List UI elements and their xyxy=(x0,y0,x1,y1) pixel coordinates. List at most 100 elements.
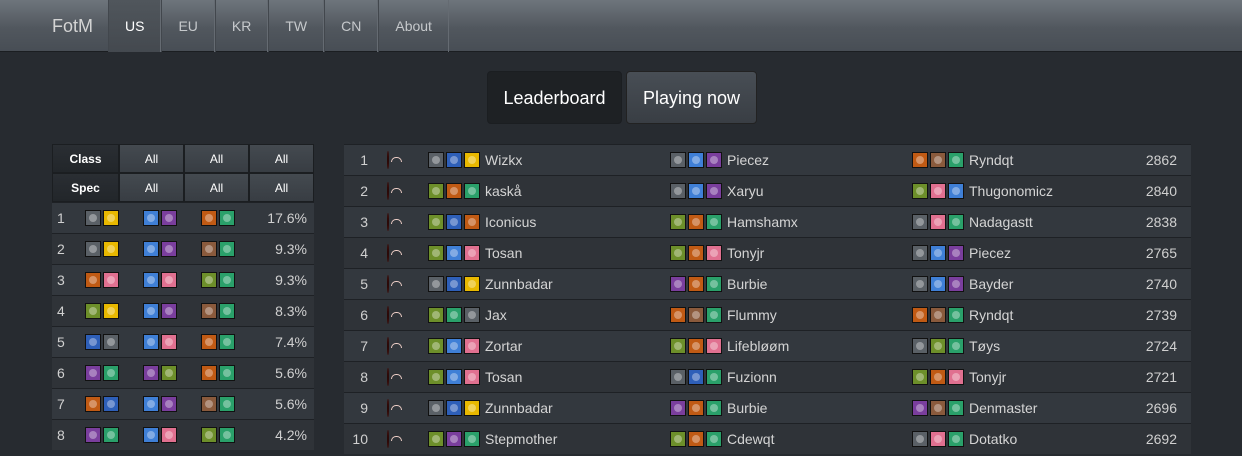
druid-spec-icon xyxy=(201,210,217,226)
player-name[interactable]: Zortar xyxy=(485,338,522,354)
nav-about[interactable]: About xyxy=(378,0,449,52)
player-entry[interactable]: Cdewqt xyxy=(670,431,774,447)
player-entry[interactable]: Tosan xyxy=(428,245,522,261)
comp-row[interactable]: 5 7.4% xyxy=(52,326,314,357)
leaderboard-row: 7 Zortar Lifebløøm Tøys 2724 xyxy=(344,330,1191,361)
player-name[interactable]: Wizkx xyxy=(485,152,522,168)
player-entry[interactable]: Zortar xyxy=(428,338,522,354)
hunter-spec-icon xyxy=(670,245,686,261)
hunter-spec-icon xyxy=(428,245,444,261)
player-name[interactable]: Ryndqt xyxy=(969,152,1013,168)
player-name[interactable]: kaskå xyxy=(485,183,522,199)
comp-row[interactable]: 7 5.6% xyxy=(52,388,314,419)
faction-horde-icon xyxy=(387,368,389,386)
player-entry[interactable]: Piecez xyxy=(912,245,1011,261)
nav-kr[interactable]: KR xyxy=(214,0,269,52)
player-name[interactable]: Jax xyxy=(485,307,507,323)
player-name[interactable]: Ryndqt xyxy=(969,307,1013,323)
player-name[interactable]: Flummy xyxy=(727,307,777,323)
comp-row[interactable]: 2 9.3% xyxy=(52,233,314,264)
comp-slot-2 xyxy=(143,427,201,443)
comp-percentage: 9.3% xyxy=(275,272,307,288)
playing-now-toggle-button[interactable]: Playing now xyxy=(626,71,757,124)
player-entry[interactable]: Xaryu xyxy=(670,183,764,199)
comp-row[interactable]: 4 8.3% xyxy=(52,295,314,326)
druid-spec-icon xyxy=(85,272,101,288)
player-name[interactable]: Zunnbadar xyxy=(485,276,553,292)
player-entry[interactable]: Tosan xyxy=(428,369,522,385)
player-entry[interactable]: Burbie xyxy=(670,400,767,416)
nav-tw[interactable]: TW xyxy=(268,0,325,52)
comp-row[interactable]: 8 4.2% xyxy=(52,419,314,450)
team-rating: 2862 xyxy=(1145,152,1177,168)
player-name[interactable]: Fuzionn xyxy=(727,369,777,385)
player-entry[interactable]: Jax xyxy=(428,307,507,323)
brand-logo[interactable]: FotM xyxy=(52,0,93,52)
player-name[interactable]: Hamshamx xyxy=(727,214,798,230)
player-entry[interactable]: Flummy xyxy=(670,307,777,323)
player-name[interactable]: Thugonomicz xyxy=(969,183,1053,199)
player-name[interactable]: Tøys xyxy=(969,338,1000,354)
leaderboard-toggle-button[interactable]: Leaderboard xyxy=(487,71,622,124)
player-name[interactable]: Xaryu xyxy=(727,183,764,199)
player-name[interactable]: Nadagastt xyxy=(969,214,1033,230)
player-entry[interactable]: Zunnbadar xyxy=(428,400,553,416)
player-entry[interactable]: Tonyjr xyxy=(912,369,1006,385)
player-name[interactable]: Dotatko xyxy=(969,431,1017,447)
player-name[interactable]: Lifebløøm xyxy=(727,338,789,354)
class-filter-1[interactable]: All xyxy=(119,144,184,173)
player-entry[interactable]: Tonyjr xyxy=(670,245,764,261)
comp-slot-3 xyxy=(201,365,259,381)
player-name[interactable]: Bayder xyxy=(969,276,1013,292)
player-name[interactable]: Zunnbadar xyxy=(485,400,553,416)
player-entry[interactable]: Ryndqt xyxy=(912,152,1013,168)
class-filter-3[interactable]: All xyxy=(249,144,314,173)
player-entry[interactable]: Wizkx xyxy=(428,152,522,168)
player-entry[interactable]: Ryndqt xyxy=(912,307,1013,323)
spec-filter-3[interactable]: All xyxy=(249,173,314,202)
player-entry[interactable]: Tøys xyxy=(912,338,1000,354)
player-name[interactable]: Piecez xyxy=(969,245,1011,261)
player-entry[interactable]: Nadagastt xyxy=(912,214,1033,230)
nav-eu[interactable]: EU xyxy=(161,0,215,52)
spec-filter-2[interactable]: All xyxy=(184,173,249,202)
player-entry[interactable]: Denmaster xyxy=(912,400,1037,416)
player-entry[interactable]: Fuzionn xyxy=(670,369,777,385)
player-entry[interactable]: Iconicus xyxy=(428,214,536,230)
player-name[interactable]: Burbie xyxy=(727,400,767,416)
player-name[interactable]: Burbie xyxy=(727,276,767,292)
player-name[interactable]: Cdewqt xyxy=(727,431,774,447)
player-name[interactable]: Iconicus xyxy=(485,214,536,230)
class-filter-2[interactable]: All xyxy=(184,144,249,173)
dk-spec-icon xyxy=(670,369,686,385)
player-name[interactable]: Denmaster xyxy=(969,400,1037,416)
player-entry[interactable]: kaskå xyxy=(428,183,522,199)
comp-percentage: 4.2% xyxy=(275,427,307,443)
comp-row[interactable]: 3 9.3% xyxy=(52,264,314,295)
nav-cn[interactable]: CN xyxy=(324,0,379,52)
player-name[interactable]: Tonyjr xyxy=(727,245,764,261)
player-entry[interactable]: Piecez xyxy=(670,152,769,168)
comp-row[interactable]: 6 5.6% xyxy=(52,357,314,388)
leaderboard-rank: 2 xyxy=(360,183,368,199)
player-spec-icons xyxy=(428,276,480,292)
player-entry[interactable]: Lifebløøm xyxy=(670,338,789,354)
nav-us[interactable]: US xyxy=(108,0,162,52)
player-spec-icons xyxy=(428,369,480,385)
player-name[interactable]: Tosan xyxy=(485,245,522,261)
player-name[interactable]: Stepmother xyxy=(485,431,557,447)
player-name[interactable]: Tosan xyxy=(485,369,522,385)
player-entry[interactable]: Stepmother xyxy=(428,431,557,447)
spec-filter-1[interactable]: All xyxy=(119,173,184,202)
player-entry[interactable]: Dotatko xyxy=(912,431,1017,447)
leaderboard-row: 9 Zunnbadar Burbie Denmaster 2696 xyxy=(344,392,1191,423)
player-entry[interactable]: Bayder xyxy=(912,276,1013,292)
player-name[interactable]: Tonyjr xyxy=(969,369,1006,385)
player-entry[interactable]: Thugonomicz xyxy=(912,183,1053,199)
player-name[interactable]: Piecez xyxy=(727,152,769,168)
comp-row[interactable]: 1 17.6% xyxy=(52,202,314,233)
player-entry[interactable]: Burbie xyxy=(670,276,767,292)
player-entry[interactable]: Hamshamx xyxy=(670,214,798,230)
player-entry[interactable]: Zunnbadar xyxy=(428,276,553,292)
player-spec-icons xyxy=(912,214,964,230)
